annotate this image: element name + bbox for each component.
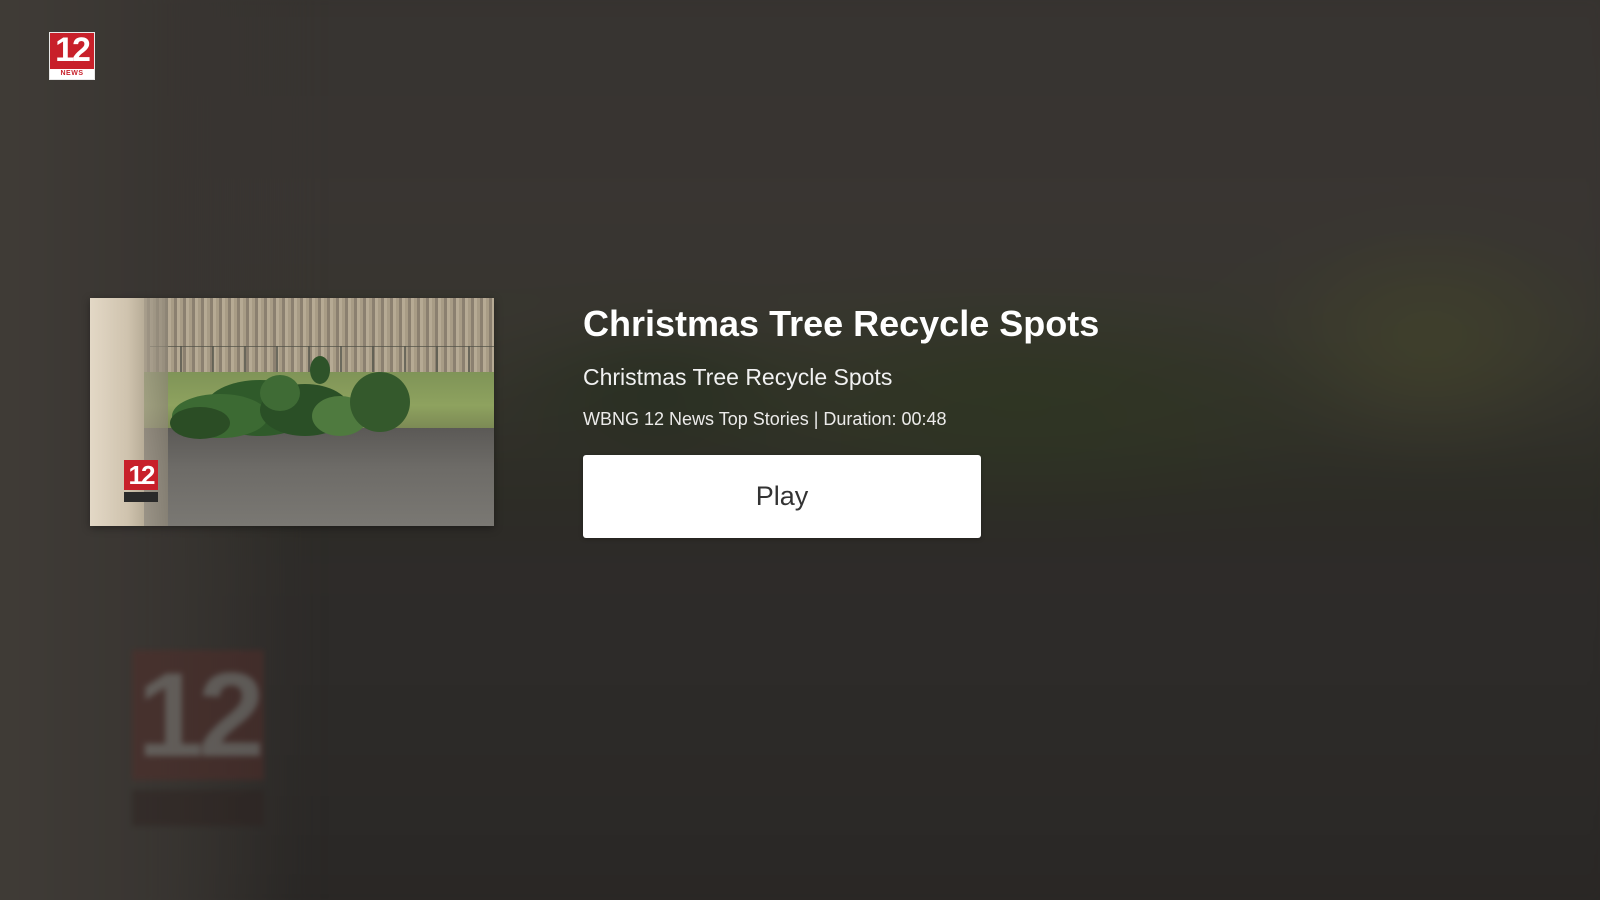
video-details-screen: 12 12 NEWS 12 Christmas Tree Recycle Spo… xyxy=(0,0,1600,900)
video-description: Christmas Tree Recycle Spots xyxy=(583,364,893,390)
video-details: Christmas Tree Recycle Spots Christmas T… xyxy=(583,300,1403,431)
channel-logo-band: NEWS xyxy=(50,69,94,79)
play-button[interactable]: Play xyxy=(583,455,981,538)
video-thumbnail: 12 xyxy=(90,298,494,526)
video-title: Christmas Tree Recycle Spots xyxy=(583,303,1100,344)
thumbnail-channel-logo: 12 xyxy=(124,460,158,504)
video-meta: WBNG 12 News Top Stories | Duration: 00:… xyxy=(583,409,947,429)
channel-logo-number: 12 xyxy=(55,32,91,69)
channel-logo: 12 NEWS xyxy=(49,32,95,80)
